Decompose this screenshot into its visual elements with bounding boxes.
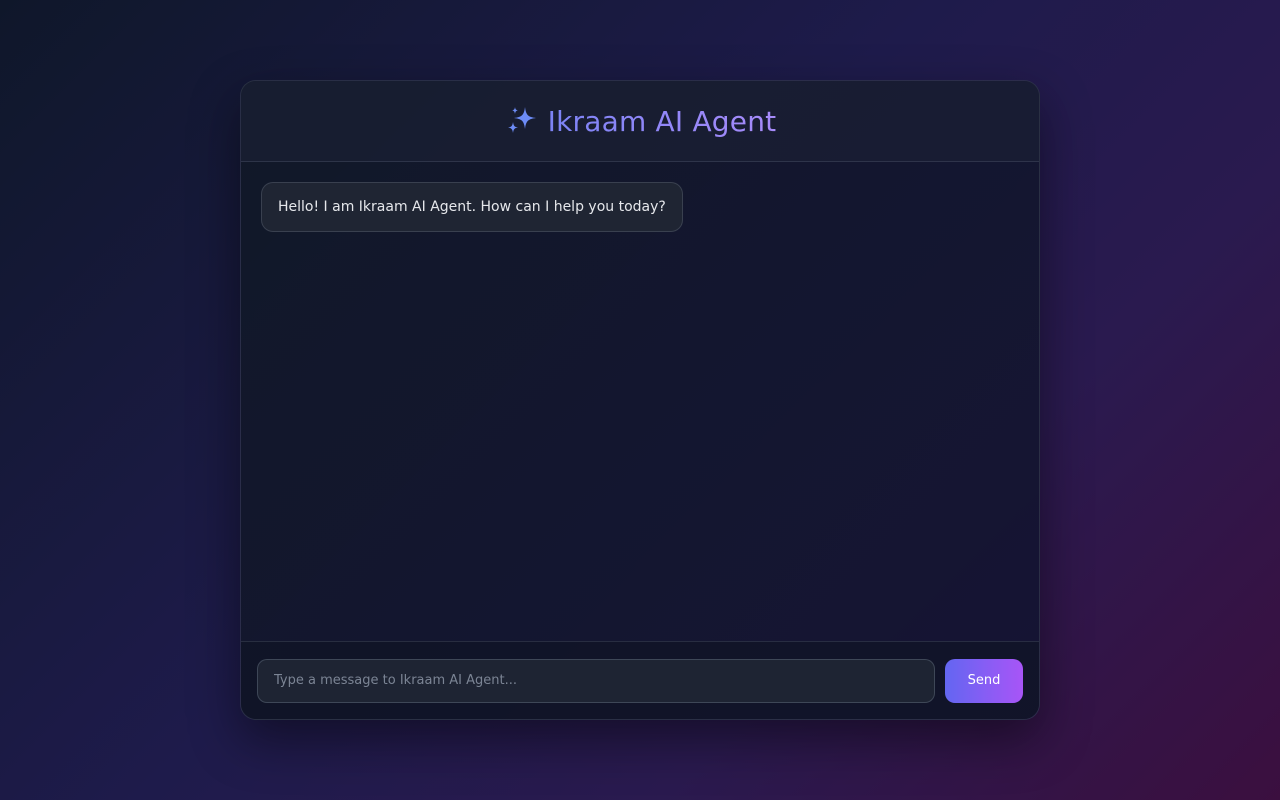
send-button[interactable]: Send	[945, 658, 1023, 703]
chat-window: Ikraam AI Agent Hello! I am Ikraam AI Ag…	[240, 80, 1040, 720]
agent-message-bubble: Hello! I am Ikraam AI Agent. How can I h…	[261, 182, 683, 232]
sparkles-icon	[504, 103, 540, 139]
composer-bar: Send	[241, 641, 1039, 719]
message-input[interactable]	[257, 658, 935, 703]
page-title: Ikraam AI Agent	[547, 104, 777, 138]
message-list: Hello! I am Ikraam AI Agent. How can I h…	[241, 162, 1039, 641]
chat-header: Ikraam AI Agent	[241, 81, 1039, 162]
